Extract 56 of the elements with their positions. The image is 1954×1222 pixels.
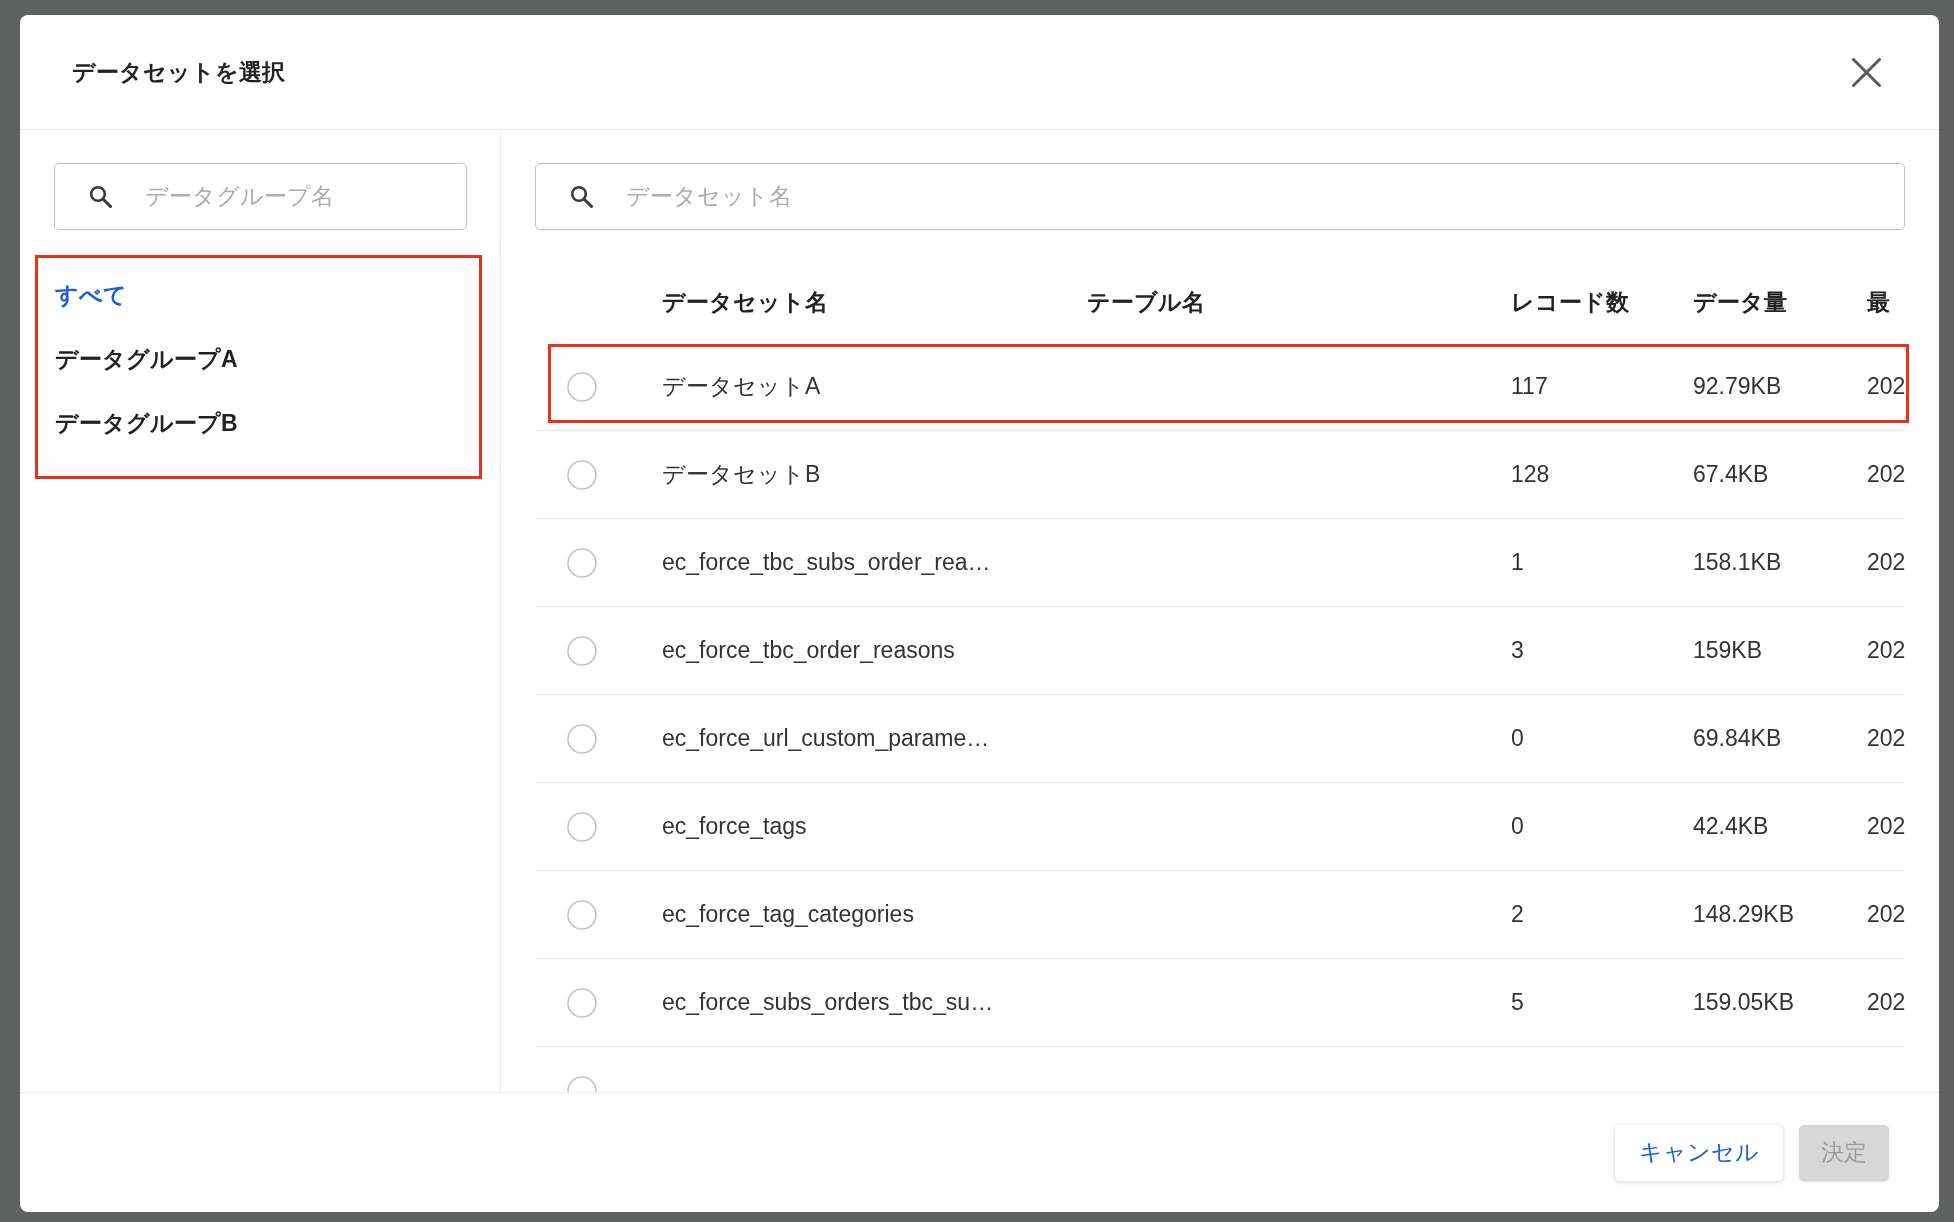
table-cell: ec_force_url_custom_parame… bbox=[662, 725, 990, 752]
table-cell: 202 bbox=[1867, 373, 1906, 400]
close-button[interactable] bbox=[1852, 57, 1881, 87]
table-cell: 117 bbox=[1511, 373, 1548, 400]
table-cell: 148.29KB bbox=[1693, 901, 1795, 928]
table-cell: 202 bbox=[1867, 813, 1906, 840]
table-cell: 202 bbox=[1867, 989, 1906, 1016]
table-cell-text: データセットA bbox=[662, 372, 821, 401]
table-cell: 202 bbox=[1867, 549, 1906, 576]
close-icon bbox=[1852, 57, 1881, 87]
search-icon bbox=[89, 185, 112, 208]
radio-button[interactable] bbox=[567, 987, 597, 1018]
column-header: データセット名 bbox=[662, 288, 829, 317]
search-field[interactable]: データグループ名 bbox=[54, 163, 467, 230]
table-cell: ec_force_tbc_subs_order_rea… bbox=[662, 549, 991, 576]
table-cell: 5 bbox=[1511, 989, 1524, 1016]
radio-button[interactable] bbox=[567, 899, 597, 930]
table-cell: 3 bbox=[1511, 637, 1524, 664]
table-cell: 67.4KB bbox=[1693, 461, 1769, 488]
table-cell: 2 bbox=[1511, 901, 1524, 928]
search-field[interactable]: データセット名 bbox=[535, 163, 1905, 230]
table-cell: 0 bbox=[1511, 725, 1524, 752]
table-cell-text: データセットB bbox=[662, 460, 821, 489]
table-cell: 202 bbox=[1867, 461, 1906, 488]
table-cell: 202 bbox=[1867, 725, 1906, 752]
radio-button[interactable] bbox=[567, 635, 597, 666]
group-item[interactable]: データグループB bbox=[55, 407, 238, 439]
group-item[interactable]: すべて bbox=[55, 279, 127, 311]
table-cell: 158.1KB bbox=[1693, 549, 1782, 576]
table-cell: 69.84KB bbox=[1693, 725, 1782, 752]
table-cell: 128 bbox=[1511, 461, 1550, 488]
table-cell: 42.4KB bbox=[1693, 813, 1769, 840]
radio-button[interactable] bbox=[567, 811, 597, 842]
search-icon bbox=[570, 185, 593, 208]
table-cell: 159KB bbox=[1693, 637, 1763, 664]
table-cell: ec_force_subs_orders_tbc_su… bbox=[662, 989, 994, 1016]
column-header: 最 bbox=[1867, 288, 1891, 317]
table-cell: 202 bbox=[1867, 637, 1906, 664]
radio-button[interactable] bbox=[567, 547, 597, 578]
table-cell: 1 bbox=[1511, 549, 1524, 576]
column-header: データ量 bbox=[1693, 288, 1788, 317]
table-cell: 0 bbox=[1511, 813, 1524, 840]
column-header: テーブル名 bbox=[1087, 288, 1206, 317]
table-cell: 92.79KB bbox=[1693, 373, 1782, 400]
table-cell: ec_force_tags bbox=[662, 813, 807, 840]
dialog-title: データセットを選択 bbox=[72, 58, 285, 87]
column-header: レコード数 bbox=[1511, 288, 1630, 317]
table-cell: ec_force_tag_categories bbox=[662, 901, 914, 928]
table-cell: 159.05KB bbox=[1693, 989, 1795, 1016]
table-cell: ec_force_tbc_order_reasons bbox=[662, 637, 955, 664]
cancel-button[interactable]: キャンセル bbox=[1615, 1124, 1783, 1181]
radio-button[interactable] bbox=[567, 723, 597, 754]
radio-button[interactable] bbox=[567, 371, 597, 402]
table-cell: 202 bbox=[1867, 901, 1906, 928]
radio-button[interactable] bbox=[567, 459, 597, 490]
group-item[interactable]: データグループA bbox=[55, 343, 238, 375]
